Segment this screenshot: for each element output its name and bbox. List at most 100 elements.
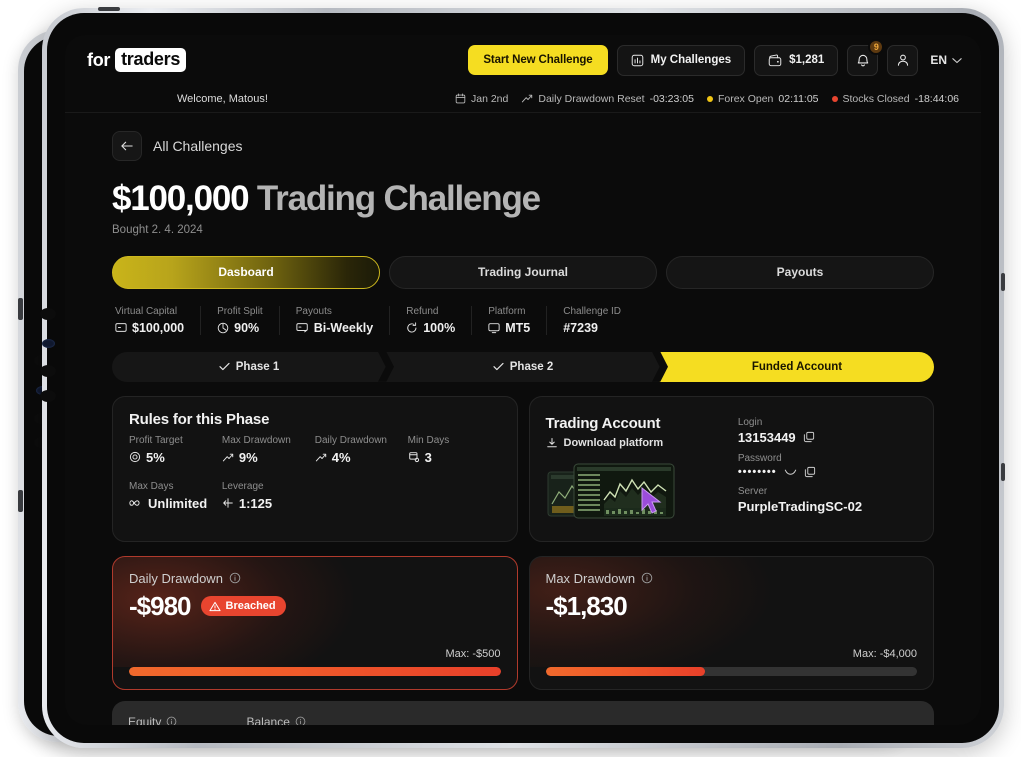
rule-value: 5%: [146, 449, 165, 465]
status-stocks-closed: Stocks Closed -18:44:06: [831, 92, 959, 105]
rules-grid: Profit Target 5% Max Drawdown 9% Daily D…: [129, 435, 501, 527]
daily-drawdown-header: Daily Drawdown: [129, 571, 501, 586]
copy-icon[interactable]: [803, 431, 815, 443]
check-icon: [493, 362, 504, 371]
main-content: All Challenges $100,000 Trading Challeng…: [65, 113, 981, 725]
trading-account-card: Trading Account Download platform Login …: [528, 395, 934, 542]
bell-icon: [856, 53, 870, 68]
meta-label: Challenge ID: [563, 305, 622, 317]
tab-trading-journal[interactable]: Trading Journal: [389, 255, 657, 289]
top-navigation-bar: for traders Start New Challenge My Chall…: [65, 35, 981, 85]
meta-value: MT5: [505, 320, 531, 335]
rule-label: Max Days: [129, 480, 174, 492]
drawdown-icon: [222, 452, 234, 463]
refund-icon: [406, 322, 418, 334]
status-label: Stocks Closed: [842, 92, 910, 105]
tablet-device-front: for traders Start New Challenge My Chall…: [40, 7, 1005, 748]
download-icon: [546, 437, 558, 449]
balance-block: Balance $106,504: [247, 715, 345, 725]
language-label: EN: [930, 53, 947, 67]
status-time: -03:23:05: [649, 92, 694, 105]
date-label: Jan 2nd: [470, 92, 509, 105]
rule-leverage: Leverage 1:125: [222, 481, 315, 511]
rule-profit-target: Profit Target 5%: [129, 435, 222, 465]
meta-payouts: Payouts Bi-Weekly: [280, 305, 391, 335]
daily-drawdown-progress-fill: [129, 666, 501, 676]
leverage-icon: [222, 497, 234, 509]
server-value: PurpleTradingSC-02: [737, 498, 863, 514]
meta-virtual-capital: Virtual Capital $100,000: [112, 305, 202, 335]
max-drawdown-title: Max Drawdown: [545, 570, 636, 586]
chart-bars-icon: [631, 54, 644, 67]
server-label: Server: [737, 485, 768, 497]
rule-value: 4%: [331, 449, 351, 465]
wallet-button[interactable]: $1,281: [754, 44, 839, 76]
max-drawdown-card: Max Drawdown -$1,830 Max: -$4,000: [528, 555, 934, 690]
warning-icon: [208, 601, 221, 612]
info-icon[interactable]: [229, 572, 241, 584]
daily-drawdown-progress[interactable]: [129, 666, 501, 676]
start-new-challenge-button[interactable]: Start New Challenge: [468, 45, 608, 75]
phase-2[interactable]: Phase 2: [386, 351, 660, 382]
trading-account-left: Trading Account Download platform: [546, 415, 724, 522]
download-platform-link[interactable]: Download platform: [546, 437, 724, 449]
eye-toggle-icon[interactable]: [784, 467, 797, 476]
trading-account-body: Trading Account Download platform Login …: [546, 415, 918, 522]
meta-label: Payouts: [295, 305, 332, 317]
balance-label-row: Balance: [247, 715, 345, 725]
nav-actions: Start New Challenge My Challenges $1,281…: [468, 38, 962, 76]
my-challenges-button[interactable]: My Challenges: [616, 44, 746, 76]
rules-card-title: Rules for this Phase: [129, 410, 270, 428]
equity-label: Equity: [128, 714, 162, 725]
status-label: Forex Open: [717, 92, 774, 105]
status-dot-forex: [706, 95, 713, 102]
breadcrumb-label[interactable]: All Challenges: [153, 138, 243, 154]
info-icon[interactable]: [641, 572, 653, 584]
market-status-bar: Welcome, Matous! Jan 2nd Daily Drawdown …: [65, 85, 981, 113]
user-profile-button[interactable]: [887, 44, 919, 76]
phase-label: Funded Account: [751, 360, 843, 373]
copy-icon[interactable]: [804, 466, 816, 478]
device-button: [18, 490, 23, 512]
rule-value-wrap: 9%: [222, 450, 315, 465]
info-icon[interactable]: [295, 716, 306, 725]
screenshot-stage: for traders Start New Challenge My Chall…: [0, 0, 1021, 757]
device-port-icon: [40, 365, 56, 377]
login-value: 13153449: [737, 429, 796, 445]
drawdown-icon: [315, 452, 327, 463]
rule-value-wrap: 1:125: [222, 496, 315, 511]
rule-max-drawdown: Max Drawdown 9%: [222, 435, 315, 465]
meta-platform: Platform MT5: [472, 305, 548, 335]
meta-label: Profit Split: [217, 305, 263, 317]
device-button: [98, 7, 120, 11]
target-icon: [129, 451, 141, 463]
arrow-left-icon: [120, 140, 134, 152]
back-button[interactable]: [112, 131, 142, 161]
meta-label: Platform: [488, 305, 526, 317]
phase-1[interactable]: Phase 1: [112, 351, 386, 382]
device-sensor-icon: [42, 339, 55, 348]
rule-value-wrap: 5%: [129, 450, 222, 465]
breadcrumb: All Challenges: [112, 131, 934, 161]
password-label: Password: [737, 452, 782, 464]
meta-value-wrap: #7239: [563, 321, 621, 335]
language-selector[interactable]: EN: [927, 53, 962, 67]
notifications-button[interactable]: 9: [847, 38, 885, 76]
app-logo[interactable]: for traders: [87, 48, 187, 72]
tab-payouts[interactable]: Payouts: [666, 255, 934, 289]
max-drawdown-progress[interactable]: [545, 666, 917, 676]
rule-label: Min Days: [407, 434, 450, 446]
tab-bar: Dasboard Trading Journal Payouts: [112, 255, 934, 289]
meta-challenge-id: Challenge ID #7239: [547, 306, 637, 335]
status-dot-stocks: [831, 95, 838, 102]
my-challenges-label: My Challenges: [650, 54, 732, 66]
meta-value: Bi-Weekly: [313, 320, 374, 335]
logo-text-for: for: [87, 49, 111, 70]
daily-drawdown-card: Daily Drawdown -$980 Breached Max: -$500: [112, 555, 518, 690]
phase-funded-account[interactable]: Funded Account: [660, 351, 934, 382]
info-icon[interactable]: [166, 716, 177, 725]
meta-refund: Refund 100%: [390, 305, 473, 335]
current-date: Jan 2nd: [455, 93, 508, 105]
page-title-amount: $100,000: [112, 179, 250, 218]
tab-dashboard[interactable]: Dasboard: [112, 255, 380, 289]
